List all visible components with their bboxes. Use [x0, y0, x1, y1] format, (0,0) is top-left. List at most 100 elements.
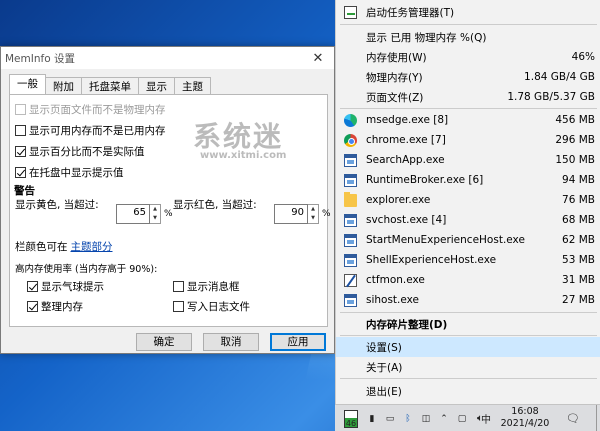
window-icon [344, 253, 357, 267]
process-item[interactable]: ctfmon.exe 31 MB [336, 270, 600, 290]
clock[interactable]: 16:08 2021/4/20 [495, 406, 555, 430]
show-desktop-button[interactable] [596, 405, 600, 431]
chevron-up-icon[interactable]: ⌃ [437, 405, 451, 431]
yellow-threshold-input[interactable]: 65 [116, 204, 150, 224]
option-log-file[interactable]: 写入日志文件 [173, 299, 250, 314]
checkbox[interactable] [173, 281, 184, 292]
cancel-button[interactable]: 取消 [203, 333, 259, 351]
process-name: sihost.exe [366, 294, 420, 306]
process-item[interactable]: chrome.exe [7] 296 MB [336, 130, 600, 150]
menu-label: 页面文件(Z) [366, 91, 424, 104]
process-name: ctfmon.exe [366, 274, 425, 286]
bluetooth-icon[interactable]: ᛒ [401, 405, 415, 431]
process-memory: 150 MB [555, 154, 595, 166]
process-item[interactable]: RuntimeBroker.exe [6] 94 MB [336, 170, 600, 190]
process-item[interactable]: msedge.exe [8] 456 MB [336, 110, 600, 130]
window-icon [344, 153, 357, 167]
menu-item-memory-usage[interactable]: 内存使用(W) 46% [336, 47, 600, 67]
process-item[interactable]: StartMenuExperienceHost.exe 62 MB [336, 230, 600, 250]
option-label: 在托盘中显示提示值 [29, 167, 124, 179]
chrome-icon [344, 133, 357, 147]
tab-general[interactable]: 一般 [9, 74, 46, 94]
menu-item-task-manager[interactable]: 启动任务管理器(T) [336, 2, 600, 22]
checkbox[interactable] [15, 125, 26, 136]
checkbox[interactable] [173, 301, 184, 312]
menu-value: 1.78 GB/5.37 GB [507, 91, 595, 103]
checkbox[interactable] [27, 281, 38, 292]
option-balloon[interactable]: 显示气球提示 [27, 279, 104, 294]
menu-item-display[interactable]: 显示 已用 物理内存 %(Q) [336, 27, 600, 47]
option-show-available[interactable]: 显示可用内存而不是已用内存 [15, 123, 166, 138]
process-item[interactable]: sihost.exe 27 MB [336, 290, 600, 310]
red-threshold-input[interactable]: 90 [274, 204, 308, 224]
tab-tray-menu[interactable]: 托盘菜单 [81, 77, 139, 94]
menu-item-settings[interactable]: 设置(S) [336, 337, 600, 357]
menu-divider [340, 24, 597, 25]
menu-item-exit[interactable]: 退出(E) [336, 381, 600, 401]
checkbox[interactable] [15, 167, 26, 178]
ok-button[interactable]: 确定 [136, 333, 192, 351]
option-label: 显示可用内存而不是已用内存 [29, 125, 166, 137]
process-memory: 94 MB [562, 174, 595, 186]
apply-button[interactable]: 应用 [270, 333, 326, 351]
process-name: msedge.exe [8] [366, 114, 449, 126]
notification-icon[interactable]: 🗨︎ [563, 405, 583, 431]
watermark: 系统迷 [193, 120, 284, 153]
close-icon[interactable]: ✕ [302, 47, 334, 69]
red-label: 显示红色, 当超过: [173, 199, 257, 211]
process-name: svchost.exe [4] [366, 214, 447, 226]
red-spinner[interactable]: ▲ ▼ [308, 204, 319, 224]
window-icon [344, 173, 357, 187]
meminfo-tray-icon[interactable]: 46 [343, 405, 359, 431]
option-label: 显示气球提示 [41, 281, 104, 293]
yellow-label: 显示黄色, 当超过: [15, 199, 99, 211]
checkbox[interactable] [15, 146, 26, 157]
tab-theme[interactable]: 主题 [174, 77, 211, 94]
yellow-spinner[interactable]: ▲ ▼ [150, 204, 161, 224]
high-usage-heading: 高内存使用率 (当内存高于 90%): [15, 264, 158, 275]
menu-item-page-file[interactable]: 页面文件(Z) 1.78 GB/5.37 GB [336, 87, 600, 107]
clock-time: 16:08 [511, 406, 539, 417]
warning-heading: 警告 [14, 185, 35, 197]
display-icon[interactable]: ▢ [455, 405, 469, 431]
option-label: 整理内存 [41, 301, 83, 313]
task-manager-icon [344, 5, 357, 19]
menu-item-defrag[interactable]: 内存碎片整理(D) [336, 314, 600, 334]
option-show-pagefile[interactable]: 显示页面文件而不是物理内存 [15, 102, 166, 117]
tab-extra[interactable]: 附加 [45, 77, 82, 94]
network-icon[interactable]: ◫ [419, 405, 433, 431]
menu-value: 46% [571, 51, 595, 63]
tab-display[interactable]: 显示 [138, 77, 175, 94]
process-memory: 62 MB [562, 234, 595, 246]
checkbox[interactable] [27, 301, 38, 312]
settings-dialog: MemInfo 设置 ✕ 一般 附加 托盘菜单 显示 主题 显示页面文件而不是物… [0, 46, 335, 354]
option-label: 写入日志文件 [187, 301, 250, 313]
usb-icon[interactable]: ▮ [365, 405, 379, 431]
process-memory: 296 MB [555, 134, 595, 146]
menu-divider [340, 335, 597, 336]
process-memory: 53 MB [562, 254, 595, 266]
menu-label: 内存使用(W) [366, 51, 427, 64]
process-name: SearchApp.exe [366, 154, 445, 166]
process-item[interactable]: SearchApp.exe 150 MB [336, 150, 600, 170]
option-defrag[interactable]: 整理内存 [27, 299, 83, 314]
process-memory: 31 MB [562, 274, 595, 286]
checkbox[interactable] [15, 104, 26, 115]
menu-item-about[interactable]: 关于(A) [336, 357, 600, 377]
process-item[interactable]: ShellExperienceHost.exe 53 MB [336, 250, 600, 270]
process-name: explorer.exe [366, 194, 431, 206]
folder-icon [344, 191, 357, 207]
option-message-box[interactable]: 显示消息框 [173, 279, 240, 294]
ime-indicator[interactable]: 中 [479, 405, 493, 431]
theme-section-link[interactable]: 主题部分 [71, 239, 113, 254]
option-show-percent[interactable]: 显示百分比而不是实际值 [15, 144, 145, 159]
menu-item-physical-memory[interactable]: 物理内存(Y) 1.84 GB/4 GB [336, 67, 600, 87]
process-item[interactable]: svchost.exe [4] 68 MB [336, 210, 600, 230]
menu-label: 显示 已用 物理内存 %(Q) [366, 31, 487, 44]
pen-icon [344, 273, 357, 287]
clock-date: 2021/4/20 [500, 418, 550, 429]
process-item[interactable]: explorer.exe 76 MB [336, 190, 600, 210]
option-tray-tooltip[interactable]: 在托盘中显示提示值 [15, 165, 124, 180]
storage-icon[interactable]: ▭ [383, 405, 397, 431]
process-name: ShellExperienceHost.exe [366, 254, 497, 266]
